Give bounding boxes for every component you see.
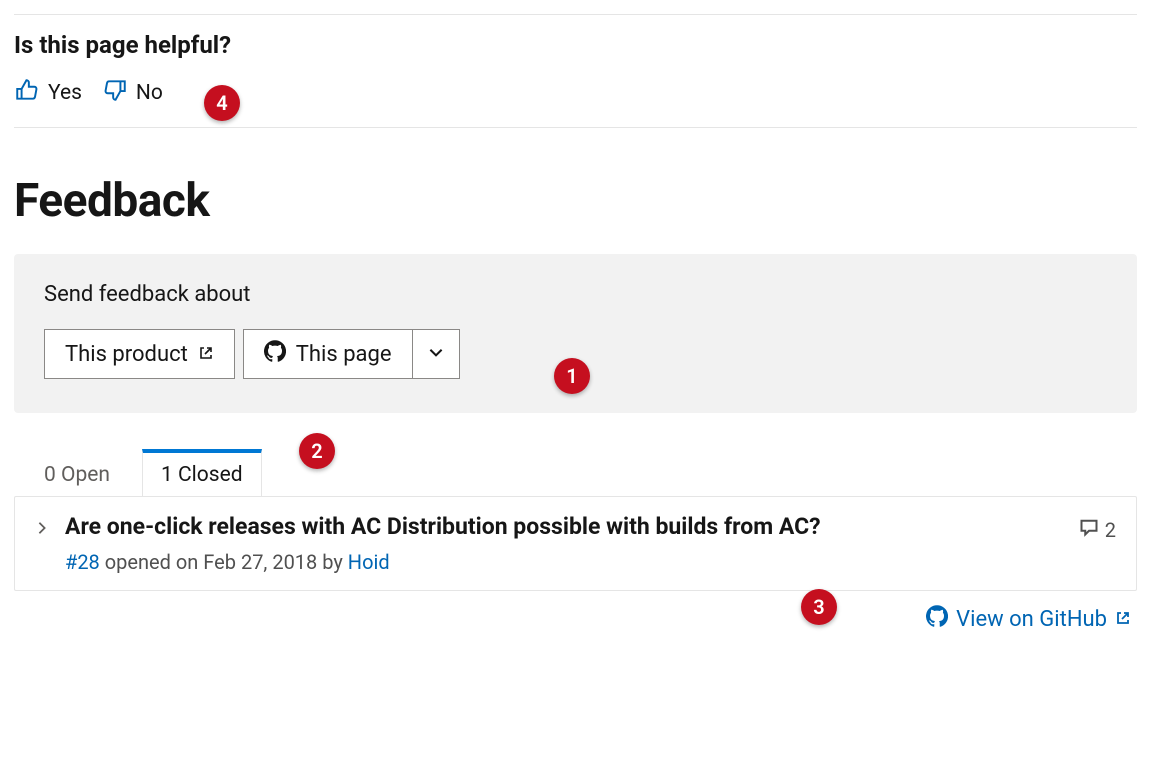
chevron-right-icon (35, 519, 49, 540)
comment-count: 2 (1105, 518, 1116, 542)
helpful-title: Is this page helpful? (14, 31, 1137, 59)
thumbs-down-icon (102, 77, 128, 109)
issue-item[interactable]: Are one-click releases with AC Distribut… (15, 497, 1136, 590)
issue-comments[interactable]: 2 (1079, 517, 1116, 542)
issue-tabs: 0 Open 1 Closed 2 (14, 413, 1137, 497)
yes-button[interactable]: Yes (14, 77, 82, 109)
issue-opened-text: opened on Feb 27, 2018 by (100, 550, 348, 574)
github-icon (264, 340, 286, 368)
external-link-icon (198, 342, 214, 367)
annotation-2: 2 (299, 433, 335, 469)
yes-label: Yes (48, 81, 82, 105)
issue-title: Are one-click releases with AC Distribut… (65, 513, 1063, 540)
external-link-icon (1115, 607, 1131, 632)
this-page-dropdown-button[interactable] (412, 329, 460, 379)
annotation-4: 4 (204, 85, 240, 121)
annotation-3: 3 (801, 589, 837, 625)
this-page-label: This page (296, 342, 392, 367)
this-page-button[interactable]: This page (243, 329, 412, 379)
thumbs-up-icon (14, 77, 40, 109)
send-feedback-about-label: Send feedback about (44, 282, 1107, 307)
github-icon (926, 605, 948, 633)
comment-icon (1079, 517, 1099, 542)
no-button[interactable]: No (102, 77, 163, 109)
no-label: No (136, 81, 163, 105)
feedback-box: Send feedback about This product This pa… (14, 254, 1137, 413)
issue-author[interactable]: Hoid (348, 550, 390, 574)
issue-list: Are one-click releases with AC Distribut… (14, 496, 1137, 591)
tab-closed[interactable]: 1 Closed (142, 449, 262, 497)
feedback-heading: Feedback (14, 174, 1137, 228)
tab-open[interactable]: 0 Open (40, 453, 114, 497)
issue-number[interactable]: #28 (65, 550, 100, 574)
chevron-down-icon (427, 342, 445, 367)
this-product-button[interactable]: This product (44, 329, 235, 379)
this-product-label: This product (65, 342, 188, 367)
view-on-github-link[interactable]: View on GitHub (926, 605, 1131, 633)
view-on-github-row: 3 View on GitHub (14, 591, 1137, 633)
issue-meta: #28 opened on Feb 27, 2018 by Hoid (65, 550, 1063, 574)
view-on-github-label: View on GitHub (956, 607, 1107, 632)
annotation-1: 1 (554, 358, 590, 394)
helpful-section: Is this page helpful? Yes No 4 (14, 15, 1137, 128)
this-page-button-group: This page (243, 329, 460, 379)
